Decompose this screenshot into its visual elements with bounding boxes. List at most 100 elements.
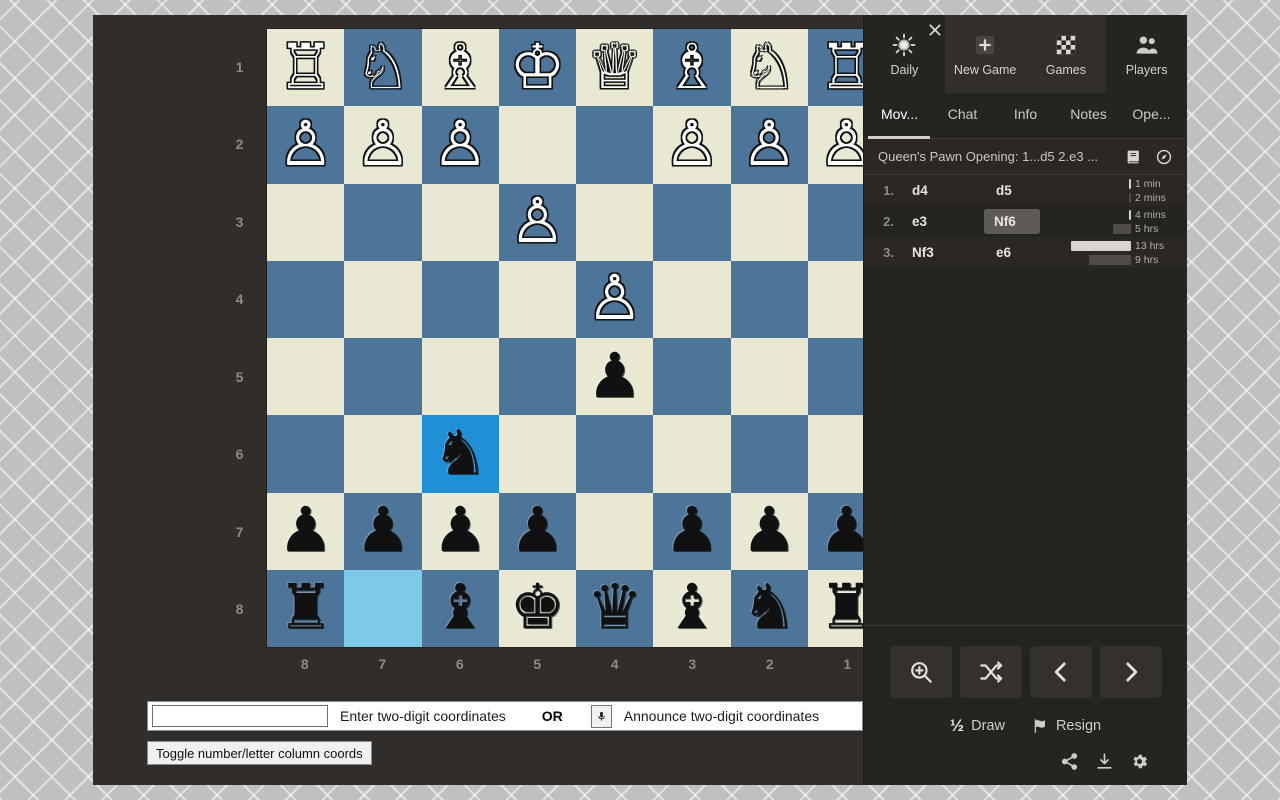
board-square-43[interactable] <box>576 183 654 261</box>
board-square-74[interactable] <box>344 260 422 338</box>
board-square-48[interactable]: ♛ <box>576 569 654 647</box>
board-square-77[interactable]: ♟ <box>344 492 422 570</box>
white-move[interactable]: e3 <box>900 206 984 237</box>
next-move-button[interactable] <box>1099 646 1162 698</box>
board-square-23[interactable] <box>730 183 808 261</box>
book-icon[interactable] <box>1125 148 1143 166</box>
coordinate-input[interactable] <box>152 705 328 727</box>
board-square-75[interactable] <box>344 338 422 416</box>
board-square-21[interactable]: ♘ <box>730 29 808 107</box>
board-square-27[interactable]: ♟ <box>730 492 808 570</box>
board-square-34[interactable] <box>653 260 731 338</box>
draw-button[interactable]: ½ Draw <box>950 716 1005 736</box>
white-move[interactable]: d4 <box>900 175 984 206</box>
time-label: 1 min <box>1135 177 1161 190</box>
tab-notes[interactable]: Notes <box>1057 106 1120 126</box>
nav-item-label: Daily <box>890 62 919 77</box>
board-square-67[interactable]: ♟ <box>421 492 499 570</box>
board-square-33[interactable] <box>653 183 731 261</box>
board-square-81[interactable]: ♖ <box>267 29 345 107</box>
microphone-icon[interactable] <box>590 704 612 728</box>
board-square-58[interactable]: ♚ <box>498 569 576 647</box>
board-square-38[interactable]: ♝ <box>653 569 731 647</box>
board-square-53[interactable]: ♙ <box>498 183 576 261</box>
board-square-72[interactable]: ♙ <box>344 106 422 184</box>
settings-gear-icon[interactable] <box>1130 752 1149 771</box>
board-square-35[interactable] <box>653 338 731 416</box>
tab-mov[interactable]: Mov... <box>868 106 931 126</box>
board-square-45[interactable]: ♟ <box>576 338 654 416</box>
toggle-column-coords-button[interactable]: Toggle number/letter column coords <box>147 741 372 765</box>
nav-item-new-game[interactable]: New Game <box>944 15 1026 93</box>
board-square-64[interactable] <box>421 260 499 338</box>
tab-ope[interactable]: Ope... <box>1120 106 1183 126</box>
white-time-row: 4 mins <box>1040 209 1181 221</box>
analysis-button[interactable] <box>889 646 952 698</box>
nav-item-players[interactable]: Players <box>1106 15 1187 93</box>
game-controls: ½ Draw Resign <box>864 625 1187 785</box>
board-square-31[interactable]: ♗ <box>653 29 731 107</box>
board-square-66[interactable]: ♞ <box>421 415 499 493</box>
white-move[interactable]: Nf3 <box>900 237 984 268</box>
sun-icon <box>891 32 917 58</box>
chessboard[interactable]: ♖ ♘ ♗ ♔ ♕ ♗ ♘ ♖ ♙ ♙ ♙ ♙ ♙ ♙ ♙ ♙ ♟ ♞ ♟ ♟ ♟ ♟ ♟ ♟ ♟ ♜ ♝ ♚ ♛ ♝ ♞ ♜ <box>266 28 886 648</box>
piece-bN: ♞ <box>432 418 488 488</box>
board-square-56[interactable] <box>498 415 576 493</box>
nav-item-games[interactable]: Games <box>1025 15 1107 93</box>
board-square-86[interactable] <box>267 415 345 493</box>
board-square-82[interactable]: ♙ <box>267 106 345 184</box>
board-square-85[interactable] <box>267 338 345 416</box>
download-icon[interactable] <box>1095 752 1114 771</box>
board-square-47[interactable] <box>576 492 654 570</box>
compass-icon[interactable] <box>1155 148 1173 166</box>
board-square-61[interactable]: ♗ <box>421 29 499 107</box>
board-square-36[interactable] <box>653 415 731 493</box>
share-move-button[interactable] <box>959 646 1022 698</box>
board-square-68[interactable]: ♝ <box>421 569 499 647</box>
board-square-37[interactable]: ♟ <box>653 492 731 570</box>
board-square-46[interactable] <box>576 415 654 493</box>
move-row: 1. d4 d5 1 min 2 mins <box>864 175 1187 206</box>
board-square-63[interactable] <box>421 183 499 261</box>
white-time-row: 1 min <box>1068 178 1181 190</box>
board-square-87[interactable]: ♟ <box>267 492 345 570</box>
resign-button[interactable]: Resign <box>1031 717 1101 735</box>
plus-square-icon <box>972 32 998 58</box>
black-move[interactable]: e6 <box>984 237 1068 268</box>
board-square-62[interactable]: ♙ <box>421 106 499 184</box>
board-square-57[interactable]: ♟ <box>498 492 576 570</box>
board-square-42[interactable] <box>576 106 654 184</box>
black-move[interactable]: Nf6 <box>984 209 1040 234</box>
board-square-78[interactable] <box>344 569 422 647</box>
board-square-41[interactable]: ♕ <box>576 29 654 107</box>
board-square-54[interactable] <box>498 260 576 338</box>
board-square-83[interactable] <box>267 183 345 261</box>
previous-move-button[interactable] <box>1029 646 1092 698</box>
board-square-76[interactable] <box>344 415 422 493</box>
black-move[interactable]: d5 <box>984 175 1068 206</box>
board-square-22[interactable]: ♙ <box>730 106 808 184</box>
board-square-88[interactable]: ♜ <box>267 569 345 647</box>
board-square-51[interactable]: ♔ <box>498 29 576 107</box>
piece-wP: ♙ <box>355 109 411 179</box>
board-square-73[interactable] <box>344 183 422 261</box>
move-number: 1. <box>883 183 894 198</box>
board-square-26[interactable] <box>730 415 808 493</box>
move-list[interactable]: 1. d4 d5 1 min 2 mins 2. e3 Nf6 4 mins 5 hrs 3. Nf3… <box>864 175 1187 625</box>
board-square-55[interactable] <box>498 338 576 416</box>
board-square-44[interactable]: ♙ <box>576 260 654 338</box>
board-square-84[interactable] <box>267 260 345 338</box>
draw-label: Draw <box>971 718 1005 734</box>
tab-info[interactable]: Info <box>994 106 1057 126</box>
share-icon[interactable] <box>1060 752 1079 771</box>
board-square-52[interactable] <box>498 106 576 184</box>
board-square-24[interactable] <box>730 260 808 338</box>
tab-chat[interactable]: Chat <box>931 106 994 126</box>
board-square-28[interactable]: ♞ <box>730 569 808 647</box>
board-square-65[interactable] <box>421 338 499 416</box>
board-square-32[interactable]: ♙ <box>653 106 731 184</box>
board-square-71[interactable]: ♘ <box>344 29 422 107</box>
close-icon[interactable] <box>927 22 943 38</box>
board-square-25[interactable] <box>730 338 808 416</box>
resign-label: Resign <box>1055 718 1102 734</box>
